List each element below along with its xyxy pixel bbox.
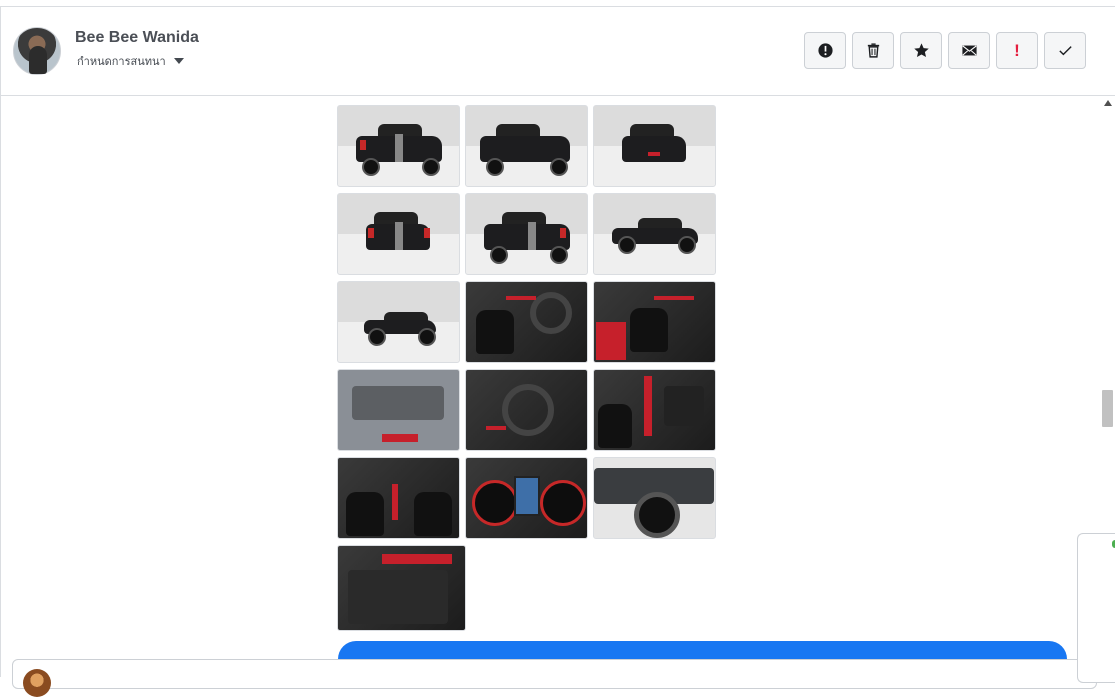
photo-truck-rear[interactable] — [337, 193, 460, 275]
contact-name[interactable]: Bee Bee Wanida — [75, 29, 199, 47]
photo-steering-dashboard[interactable] — [465, 369, 588, 451]
delete-button[interactable] — [852, 32, 894, 69]
photo-interior-passenger-seat[interactable] — [593, 281, 716, 363]
report-button[interactable] — [804, 32, 846, 69]
conversation-header: Bee Bee Wanida กำหนดการสนทนา ! — [1, 7, 1115, 96]
photo-wheel-closeup[interactable] — [593, 457, 716, 539]
conversation-settings-dropdown[interactable]: กำหนดการสนทนา — [77, 52, 184, 70]
message-bubble[interactable] — [338, 641, 1067, 661]
conversation-toolbar: ! — [804, 32, 1086, 69]
photo-truck-front-left[interactable] — [465, 105, 588, 187]
photo-truck-side-showroom[interactable] — [337, 281, 460, 363]
photo-engine-bay[interactable] — [337, 369, 460, 451]
mark-unread-button[interactable] — [948, 32, 990, 69]
photo-truck-front[interactable] — [593, 105, 716, 187]
message-thread[interactable] — [1, 96, 1100, 660]
chevron-down-icon — [173, 58, 184, 64]
star-icon — [913, 43, 929, 58]
photo-truck-rear-right[interactable] — [465, 193, 588, 275]
photo-truck-rear-left[interactable] — [337, 105, 460, 187]
photo-interior-driver-seat[interactable] — [465, 281, 588, 363]
envelope-icon — [961, 45, 977, 56]
composer-avatar — [23, 669, 51, 697]
photo-instrument-cluster[interactable] — [465, 457, 588, 539]
photo-interior-rear-view[interactable] — [337, 457, 460, 539]
photo-truck-side-right[interactable] — [593, 193, 716, 275]
trash-icon — [867, 43, 879, 58]
contact-avatar[interactable] — [13, 27, 61, 75]
conversation-settings-label: กำหนดการสนทนา — [77, 56, 166, 68]
scroll-up-arrow-icon[interactable] — [1104, 100, 1112, 106]
star-button[interactable] — [900, 32, 942, 69]
alert-circle-icon — [817, 43, 833, 58]
message-composer[interactable] — [12, 659, 1097, 697]
done-button[interactable] — [1044, 32, 1086, 69]
spam-button[interactable]: ! — [996, 32, 1038, 69]
scrollbar-thumb[interactable] — [1102, 390, 1113, 427]
checkmark-icon — [1058, 46, 1072, 56]
photo-gear-shifter[interactable] — [593, 369, 716, 451]
side-panel-tab[interactable] — [1077, 533, 1115, 683]
photo-door-panel[interactable] — [337, 545, 466, 631]
exclamation-icon: ! — [1014, 40, 1020, 60]
